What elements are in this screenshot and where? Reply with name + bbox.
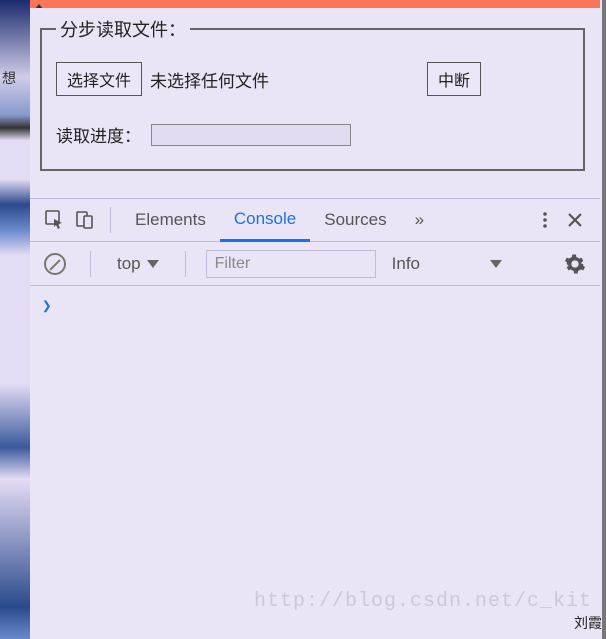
separator — [185, 251, 186, 277]
tab-elements[interactable]: Elements — [121, 198, 220, 242]
file-read-fieldset: 分步读取文件： 选择文件 未选择任何文件 中断 读取进度： — [40, 16, 585, 171]
page-main: 分步读取文件： 选择文件 未选择任何文件 中断 读取进度： Elements C… — [30, 8, 600, 633]
background-text: 想 — [2, 70, 20, 87]
separator — [90, 251, 91, 277]
fieldset-legend: 分步读取文件： — [56, 16, 190, 42]
separator — [110, 207, 111, 233]
tab-sources[interactable]: Sources — [310, 198, 400, 242]
progress-row: 读取进度： — [56, 122, 569, 147]
choose-file-button[interactable]: 选择文件 — [56, 62, 142, 96]
read-progress-bar — [151, 124, 351, 146]
devtools-menu-icon[interactable] — [530, 205, 560, 235]
watermark-text: http://blog.csdn.net/c_kit — [254, 590, 592, 613]
console-filter-input[interactable] — [206, 250, 376, 278]
progress-label: 读取进度： — [56, 122, 141, 147]
console-settings-icon[interactable] — [560, 249, 590, 279]
window-right-edge — [602, 0, 606, 639]
tabs-overflow-button[interactable]: » — [401, 198, 438, 242]
log-level-label: Info — [392, 254, 420, 274]
devtools-panel: Elements Console Sources » top — [30, 198, 600, 633]
author-text: 刘霞 — [574, 613, 602, 633]
devtools-close-icon[interactable] — [560, 205, 590, 235]
chevron-down-icon — [490, 260, 502, 268]
console-body[interactable]: ❯ http://blog.csdn.net/c_kit 刘霞 — [30, 286, 600, 633]
console-prompt: ❯ — [42, 296, 52, 315]
console-toolbar: top Info — [30, 242, 600, 286]
file-row: 选择文件 未选择任何文件 中断 — [56, 62, 569, 96]
tab-console[interactable]: Console — [220, 198, 310, 242]
log-level-selector[interactable]: Info — [386, 254, 508, 274]
clear-console-icon[interactable] — [40, 249, 70, 279]
background-strip — [0, 0, 30, 639]
inspect-element-icon[interactable] — [40, 205, 70, 235]
top-address-bar-fragment — [30, 0, 600, 8]
chevron-down-icon — [147, 260, 159, 268]
context-label: top — [117, 254, 141, 274]
devtools-tabbar: Elements Console Sources » — [30, 198, 600, 242]
context-selector[interactable]: top — [111, 254, 165, 274]
file-status-text: 未选择任何文件 — [150, 67, 269, 92]
device-toggle-icon[interactable] — [70, 205, 100, 235]
abort-button[interactable]: 中断 — [427, 62, 481, 96]
